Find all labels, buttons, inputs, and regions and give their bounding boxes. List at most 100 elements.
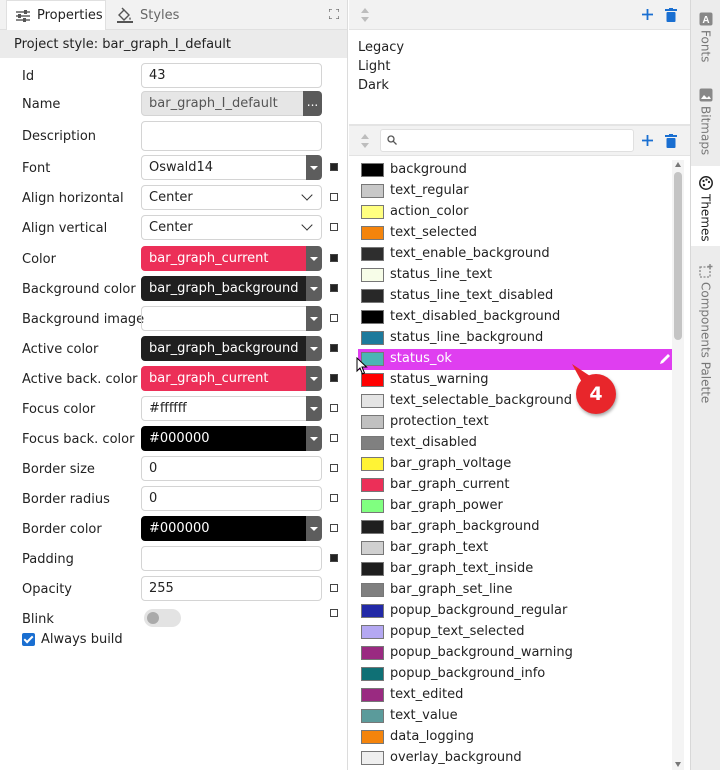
sidebar-tab-fonts[interactable]: A Fonts: [691, 2, 720, 72]
id-field[interactable]: 43: [141, 63, 322, 88]
border-radius-override-marker[interactable]: [330, 494, 338, 502]
sort-icon[interactable]: [360, 133, 370, 149]
active-back-color-combo[interactable]: bar_graph_current: [141, 366, 307, 391]
sidebar-tab-bitmaps[interactable]: Bitmaps: [691, 78, 720, 158]
focus-color-override-marker[interactable]: [330, 404, 338, 412]
font-override-marker[interactable]: [330, 163, 338, 171]
color-list-item[interactable]: status_line_background: [358, 328, 676, 349]
active-back-color-override-marker[interactable]: [330, 374, 338, 382]
color-list-item[interactable]: popup_background_warning: [358, 643, 676, 664]
always-build-checkbox[interactable]: [22, 632, 35, 646]
font-combo[interactable]: Oswald14: [141, 155, 307, 180]
sort-icon[interactable]: [360, 7, 370, 23]
color-list-item[interactable]: action_color: [358, 202, 676, 223]
color-list-item[interactable]: overlay_background: [358, 748, 676, 769]
color-list-item[interactable]: text_disabled_background: [358, 307, 676, 328]
always-build-row[interactable]: Always build: [22, 630, 123, 648]
expand-icon[interactable]: [329, 9, 339, 19]
color-list-item[interactable]: background: [358, 160, 676, 181]
add-color-icon[interactable]: [641, 134, 654, 147]
theme-item-legacy[interactable]: Legacy: [358, 38, 404, 57]
color-list-item[interactable]: text_value: [358, 706, 676, 727]
opacity-override-marker[interactable]: [330, 584, 338, 592]
color-combo[interactable]: bar_graph_current: [141, 246, 307, 271]
border-color-override-marker[interactable]: [330, 524, 338, 532]
sidebar-tab-components-palette[interactable]: Components Palette: [691, 254, 720, 404]
scroll-up-icon[interactable]: [675, 162, 681, 167]
delete-theme-icon[interactable]: [665, 8, 677, 22]
color-swatch: [361, 163, 384, 177]
tab-properties[interactable]: Properties: [6, 0, 106, 30]
theme-item-light[interactable]: Light: [358, 57, 404, 76]
color-dropdown-button[interactable]: [306, 246, 322, 271]
color-list-item[interactable]: bar_graph_background: [358, 517, 676, 538]
border-size-override-marker[interactable]: [330, 464, 338, 472]
color-list-scrollbar[interactable]: [672, 160, 684, 770]
opacity-field[interactable]: 255: [141, 576, 322, 601]
color-list-item[interactable]: text_selectable_background: [358, 391, 676, 412]
border-color-combo[interactable]: #000000: [141, 516, 307, 541]
blink-override-marker[interactable]: [330, 609, 338, 617]
focus-back-color-dropdown-button[interactable]: [306, 426, 322, 451]
color-list-item[interactable]: bar_graph_set_line: [358, 580, 676, 601]
color-list-item[interactable]: status_warning: [358, 370, 676, 391]
color-list-item[interactable]: popup_background_info: [358, 664, 676, 685]
background-image-combo[interactable]: [141, 306, 307, 331]
align-vertical-override-marker[interactable]: [330, 223, 338, 231]
edit-pencil-icon[interactable]: [658, 352, 672, 366]
font-dropdown-button[interactable]: [306, 155, 322, 180]
focus-back-color-override-marker[interactable]: [330, 434, 338, 442]
color-list-item[interactable]: bar_graph_text: [358, 538, 676, 559]
color-list-item[interactable]: bar_graph_current: [358, 475, 676, 496]
active-color-override-marker[interactable]: [330, 344, 338, 352]
description-field[interactable]: [141, 121, 322, 151]
border-radius-field[interactable]: 0: [141, 486, 322, 511]
tab-styles[interactable]: Styles: [114, 0, 179, 30]
focus-color-combo[interactable]: #ffffff: [141, 396, 307, 421]
blink-toggle[interactable]: [144, 609, 181, 627]
color-list-item[interactable]: text_selected: [358, 223, 676, 244]
color-list-item[interactable]: text_disabled: [358, 433, 676, 454]
delete-color-icon[interactable]: [665, 134, 677, 148]
padding-field[interactable]: [141, 546, 322, 571]
name-ellipsis-button[interactable]: ...: [303, 91, 322, 116]
background-color-override-marker[interactable]: [330, 284, 338, 292]
padding-override-marker[interactable]: [330, 554, 338, 562]
active-color-dropdown-button[interactable]: [306, 336, 322, 361]
color-list-item[interactable]: bar_graph_voltage: [358, 454, 676, 475]
sidebar-tab-themes[interactable]: Themes: [691, 166, 720, 246]
color-list-item[interactable]: status_line_text: [358, 265, 676, 286]
background-image-override-marker[interactable]: [330, 314, 338, 322]
color-list-item[interactable]: text_enable_background: [358, 244, 676, 265]
scroll-down-icon[interactable]: [675, 762, 681, 767]
color-list-item[interactable]: popup_text_selected: [358, 622, 676, 643]
name-field[interactable]: bar_graph_I_default: [141, 91, 306, 116]
color-list-item[interactable]: popup_background_regular: [358, 601, 676, 622]
color-list-item[interactable]: status_line_text_disabled: [358, 286, 676, 307]
focus-color-dropdown-button[interactable]: [306, 396, 322, 421]
border-color-dropdown-button[interactable]: [306, 516, 322, 541]
active-color-combo[interactable]: bar_graph_background: [141, 336, 307, 361]
color-list-item[interactable]: bar_graph_power: [358, 496, 676, 517]
color-list-item[interactable]: data_logging: [358, 727, 676, 748]
background-color-combo[interactable]: bar_graph_background: [141, 276, 307, 301]
align-vertical-select[interactable]: Center: [141, 215, 322, 240]
prop-row-border-color: Border color #000000: [0, 516, 348, 542]
color-list-item[interactable]: text_edited: [358, 685, 676, 706]
color-override-marker[interactable]: [330, 254, 338, 262]
theme-item-dark[interactable]: Dark: [358, 76, 404, 95]
background-color-dropdown-button[interactable]: [306, 276, 322, 301]
color-list-item[interactable]: protection_text: [358, 412, 676, 433]
add-theme-icon[interactable]: [641, 8, 654, 21]
focus-back-color-combo[interactable]: #000000: [141, 426, 307, 451]
color-list-item[interactable]: status_ok: [358, 349, 676, 370]
align-horizontal-select[interactable]: Center: [141, 185, 322, 210]
align-horizontal-override-marker[interactable]: [330, 193, 338, 201]
color-list-item[interactable]: bar_graph_text_inside: [358, 559, 676, 580]
color-list-item[interactable]: text_regular: [358, 181, 676, 202]
background-image-dropdown-button[interactable]: [306, 306, 322, 331]
active-back-color-dropdown-button[interactable]: [306, 366, 322, 391]
color-search-input[interactable]: [380, 129, 634, 152]
scroll-thumb[interactable]: [674, 172, 682, 340]
border-size-field[interactable]: 0: [141, 456, 322, 481]
